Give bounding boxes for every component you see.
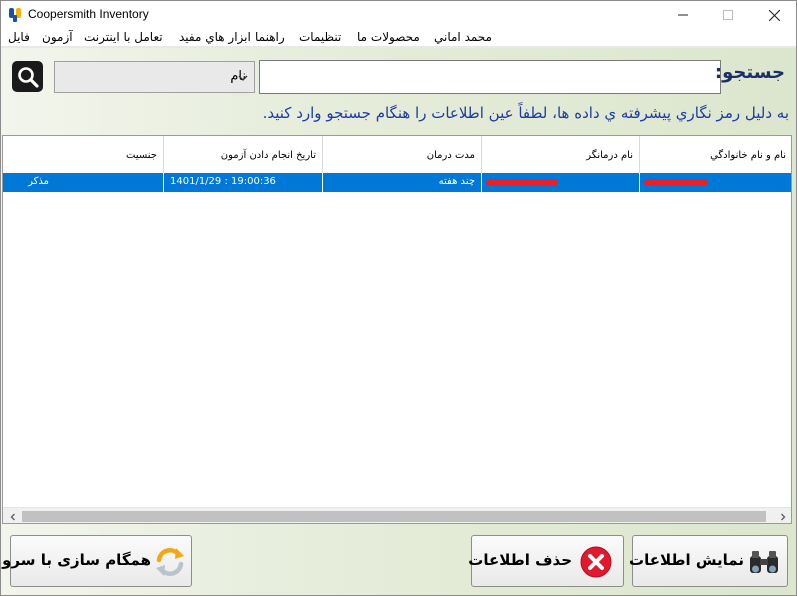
cell-full-name[interactable]: [640, 173, 791, 192]
column-header-test-date[interactable]: تاريخ انجام دادن آزمون: [164, 136, 323, 173]
menu-tools[interactable]: ابزار هاي مفيد: [179, 30, 251, 44]
search-input[interactable]: [259, 60, 721, 94]
column-header-gender[interactable]: جنسيت: [3, 136, 164, 173]
encryption-notice: به دليل رمز نگاري پيشرفته ي داده ها، لطف…: [262, 104, 789, 122]
binoculars-icon: [750, 551, 778, 573]
redaction-mark: [644, 179, 708, 186]
table-row[interactable]: چند هفته 1401/1/29 : 19:00:36 مذکر: [3, 173, 791, 192]
menu-test[interactable]: آزمون: [42, 30, 73, 44]
sync-server-button[interactable]: همگام سازی با سرور: [1, 535, 192, 587]
cell-therapist[interactable]: [482, 173, 640, 192]
search-label: جستجو:: [714, 62, 785, 83]
content-area: نام جستجو: به دليل رمز نگاري پيشرفته ي د…: [1, 48, 796, 595]
chevron-left-icon: [10, 513, 15, 520]
cell-gender[interactable]: مذکر: [3, 173, 164, 192]
sync-arrows-icon: [156, 547, 184, 577]
maximize-button[interactable]: [705, 1, 751, 29]
scroll-left-button[interactable]: [4, 508, 21, 523]
close-icon: [768, 9, 780, 21]
cell-duration[interactable]: چند هفته: [323, 173, 482, 192]
sync-server-label: همگام سازی با سرور: [0, 551, 151, 569]
search-button[interactable]: [12, 61, 43, 92]
delete-info-label: حذف اطلاعات: [468, 551, 572, 569]
close-button[interactable]: [751, 1, 796, 29]
menu-bar: فایل آزمون تعامل با اينترنت ابزار هاي مف…: [1, 29, 796, 47]
maximize-icon: [723, 10, 733, 20]
main-window: Coopersmith Inventory فایل آزمون تعامل ب…: [0, 0, 797, 596]
horizontal-scrollbar[interactable]: [3, 507, 791, 523]
chevron-right-icon: [780, 513, 785, 520]
show-info-label: نمایش اطلاعات: [629, 551, 744, 569]
menu-help[interactable]: راهنما: [255, 30, 285, 44]
title-bar[interactable]: Coopersmith Inventory: [1, 1, 796, 29]
grid-header: نام و نام خانوادگي نام درمانگر مدت درمان…: [3, 136, 791, 173]
menu-internet[interactable]: تعامل با اينترنت: [84, 30, 163, 44]
chevron-down-icon: [238, 75, 248, 81]
magnifier-icon: [17, 66, 39, 88]
column-header-therapist[interactable]: نام درمانگر: [482, 136, 640, 173]
minimize-icon: [678, 14, 688, 16]
delete-info-button[interactable]: حذف اطلاعات: [468, 535, 624, 587]
records-grid[interactable]: نام و نام خانوادگي نام درمانگر مدت درمان…: [2, 135, 792, 524]
scroll-right-button[interactable]: [774, 508, 791, 523]
delete-x-icon: [580, 546, 612, 578]
redaction-mark: [486, 179, 558, 186]
menu-products[interactable]: محصولات ما: [357, 30, 420, 44]
show-info-button[interactable]: نمایش اطلاعات: [629, 535, 788, 587]
menu-file[interactable]: فایل: [8, 30, 30, 44]
search-field-select[interactable]: نام: [54, 61, 255, 93]
app-logo-icon: [9, 8, 21, 22]
scroll-thumb[interactable]: [22, 511, 766, 522]
cell-test-date[interactable]: 1401/1/29 : 19:00:36: [164, 173, 323, 192]
column-header-full-name[interactable]: نام و نام خانوادگي: [640, 136, 791, 173]
window-title: Coopersmith Inventory: [28, 7, 149, 21]
minimize-button[interactable]: [660, 1, 706, 29]
menu-user[interactable]: محمد اماني: [434, 30, 492, 44]
menu-settings[interactable]: تنظيمات: [299, 30, 341, 44]
column-header-duration[interactable]: مدت درمان: [323, 136, 482, 173]
